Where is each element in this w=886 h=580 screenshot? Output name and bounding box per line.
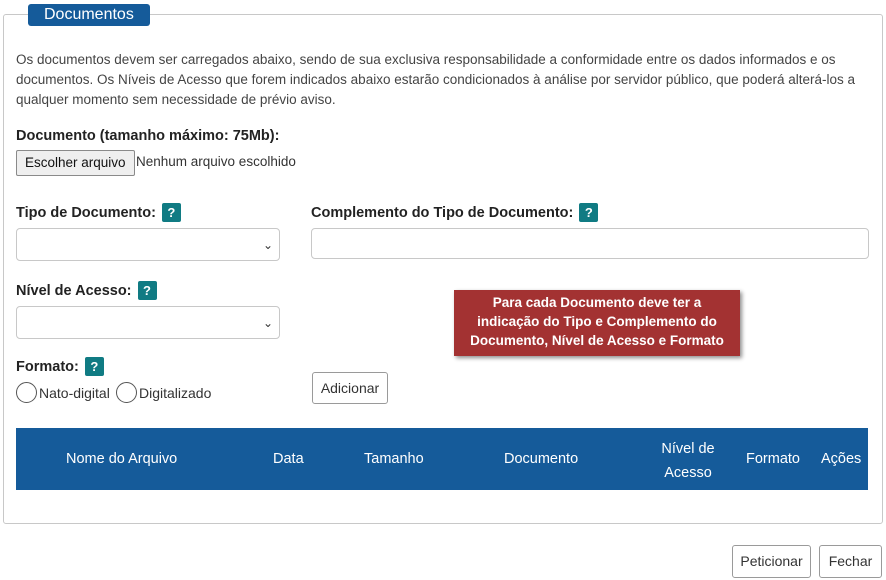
upload-label-text: Documento (tamanho máximo: 75Mb):	[16, 128, 280, 144]
section-legend: Documentos	[28, 4, 150, 26]
column-acoes: Ações	[821, 451, 862, 467]
column-formato: Formato	[746, 451, 800, 467]
formato-label: Formato: ?	[16, 357, 104, 376]
radio-circle[interactable]	[16, 382, 37, 403]
radio-nato-digital[interactable]: Nato-digital	[16, 382, 110, 403]
choose-file-button[interactable]: Escolher arquivo	[16, 150, 135, 176]
nivel-acesso-label: Nível de Acesso: ?	[16, 281, 157, 300]
instruction-callout: Para cada Documento deve ter a indicação…	[454, 290, 740, 356]
column-tamanho: Tamanho	[364, 451, 424, 467]
radio-digitalizado-label: Digitalizado	[139, 384, 212, 401]
intro-text: Os documentos devem ser carregados abaix…	[16, 52, 855, 107]
column-nivel-acesso: Nível de Acesso	[656, 437, 720, 485]
radio-nato-digital-label: Nato-digital	[39, 384, 110, 401]
column-nivel-acesso-line1: Nível de	[661, 441, 715, 457]
complemento-label-text: Complemento do Tipo de Documento:	[311, 204, 574, 221]
help-icon[interactable]: ?	[84, 357, 104, 376]
nivel-acesso-select[interactable]: ⌄	[16, 306, 280, 339]
tipo-documento-label-text: Tipo de Documento:	[16, 204, 156, 221]
upload-label: Documento (tamanho máximo: 75Mb):	[16, 128, 279, 144]
file-status: Nenhum arquivo escolhido	[136, 154, 296, 169]
help-icon[interactable]: ?	[137, 281, 157, 300]
add-button[interactable]: Adicionar	[312, 372, 388, 404]
callout-line: Documento, Nível de Acesso e Formato	[470, 333, 724, 348]
tipo-documento-select[interactable]: ⌄	[16, 228, 280, 261]
radio-digitalizado[interactable]: Digitalizado	[116, 382, 211, 403]
nivel-acesso-label-text: Nível de Acesso:	[16, 282, 132, 299]
column-documento: Documento	[504, 451, 579, 467]
help-icon[interactable]: ?	[161, 203, 181, 222]
fechar-button[interactable]: Fechar	[819, 545, 882, 578]
callout-line: indicação do Tipo e Complemento do	[477, 314, 717, 329]
column-nivel-acesso-line2: Acesso	[664, 465, 712, 481]
complemento-label: Complemento do Tipo de Documento: ?	[311, 203, 599, 222]
formato-label-text: Formato:	[16, 358, 79, 375]
documents-table-header: Nome do Arquivo Data Tamanho Documento N…	[16, 428, 868, 490]
radio-circle[interactable]	[116, 382, 137, 403]
peticionar-button[interactable]: Peticionar	[732, 545, 811, 578]
column-data: Data	[273, 451, 304, 467]
help-icon[interactable]: ?	[579, 203, 599, 222]
complemento-input[interactable]	[311, 228, 869, 259]
callout-line: Para cada Documento deve ter a	[492, 295, 702, 310]
chevron-down-icon: ⌄	[262, 316, 273, 330]
column-nome-arquivo: Nome do Arquivo	[66, 451, 178, 467]
chevron-down-icon: ⌄	[262, 238, 273, 252]
tipo-documento-label: Tipo de Documento: ?	[16, 203, 181, 222]
